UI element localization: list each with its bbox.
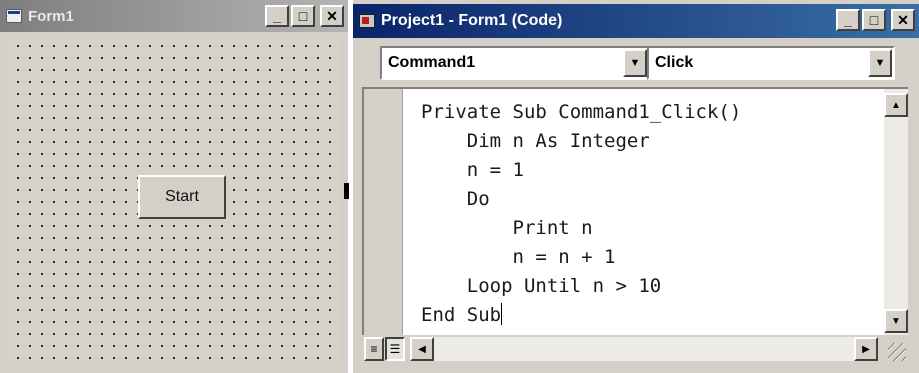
code-last-line: End Sub (421, 301, 741, 330)
code-caption-buttons: _ □ ✕ (836, 9, 915, 31)
form1-caption-buttons: _ □ ✕ (265, 5, 344, 27)
form-icon (6, 9, 22, 23)
object-dropdown[interactable]: Command1 ▼ (380, 46, 650, 80)
code-titlebar[interactable]: Project1 - Form1 (Code) _ □ ✕ (353, 4, 919, 38)
bottom-bar: ≡ ☰ ◀ ▶ (362, 335, 908, 365)
horizontal-scrollbar[interactable]: ◀ ▶ (410, 337, 878, 361)
minimize-icon: _ (273, 8, 281, 24)
code-line: Private Sub Command1_Click() (421, 101, 742, 123)
start-button[interactable]: Start (138, 175, 226, 219)
full-module-view-icon: ☰ (389, 342, 401, 356)
margin-indicator-bar[interactable] (364, 89, 403, 335)
code-line: Do (421, 188, 490, 210)
minimize-icon: _ (844, 12, 852, 28)
procedure-dropdown[interactable]: Click ▼ (647, 46, 895, 80)
close-icon: ✕ (326, 7, 338, 24)
scroll-down-icon[interactable]: ▼ (884, 309, 908, 333)
scroll-left-icon[interactable]: ◀ (410, 337, 434, 361)
maximize-button[interactable]: □ (291, 5, 315, 27)
procedure-view-button[interactable]: ≡ (364, 337, 384, 361)
code-line: End Sub (421, 304, 502, 326)
code-editor[interactable]: Private Sub Command1_Click() Dim n As In… (362, 87, 908, 335)
object-dropdown-value: Command1 (388, 54, 476, 71)
minimize-button[interactable]: _ (265, 5, 289, 27)
minimize-button[interactable]: _ (836, 9, 860, 31)
close-button[interactable]: ✕ (320, 5, 344, 27)
maximize-icon: □ (298, 8, 308, 24)
form1-window: Form1 _ □ ✕ Start (0, 0, 348, 373)
procedure-view-icon: ≡ (370, 342, 378, 356)
form1-titlebar[interactable]: Form1 _ □ ✕ (0, 0, 348, 32)
procedure-dropdown-value: Click (655, 54, 694, 71)
code-line: Print n (421, 217, 593, 239)
code-window: Project1 - Form1 (Code) _ □ ✕ Command1 ▼… (353, 0, 919, 373)
chevron-down-icon[interactable]: ▼ (868, 49, 892, 77)
code-line: n = 1 (421, 159, 524, 181)
form1-title: Form1 (28, 7, 74, 25)
chevron-down-icon[interactable]: ▼ (623, 49, 647, 77)
maximize-button[interactable]: □ (862, 9, 886, 31)
maximize-icon: □ (869, 12, 879, 28)
text-caret (501, 303, 503, 325)
scroll-right-icon[interactable]: ▶ (854, 337, 878, 361)
close-icon: ✕ (897, 11, 909, 28)
splitter-handle[interactable] (344, 183, 349, 199)
close-button[interactable]: ✕ (891, 9, 915, 31)
code-window-icon (359, 14, 375, 28)
code-text[interactable]: Private Sub Command1_Click() Dim n As In… (421, 98, 741, 330)
code-line: Dim n As Integer (421, 130, 650, 152)
code-line: Loop Until n > 10 (421, 275, 662, 297)
code-line: n = n + 1 (421, 246, 616, 268)
resize-grip-icon[interactable] (888, 343, 906, 361)
full-module-view-button[interactable]: ☰ (385, 337, 405, 361)
scroll-up-icon[interactable]: ▲ (884, 93, 908, 117)
code-window-title: Project1 - Form1 (Code) (381, 12, 563, 29)
vertical-scrollbar[interactable]: ▲ ▼ (884, 89, 908, 335)
